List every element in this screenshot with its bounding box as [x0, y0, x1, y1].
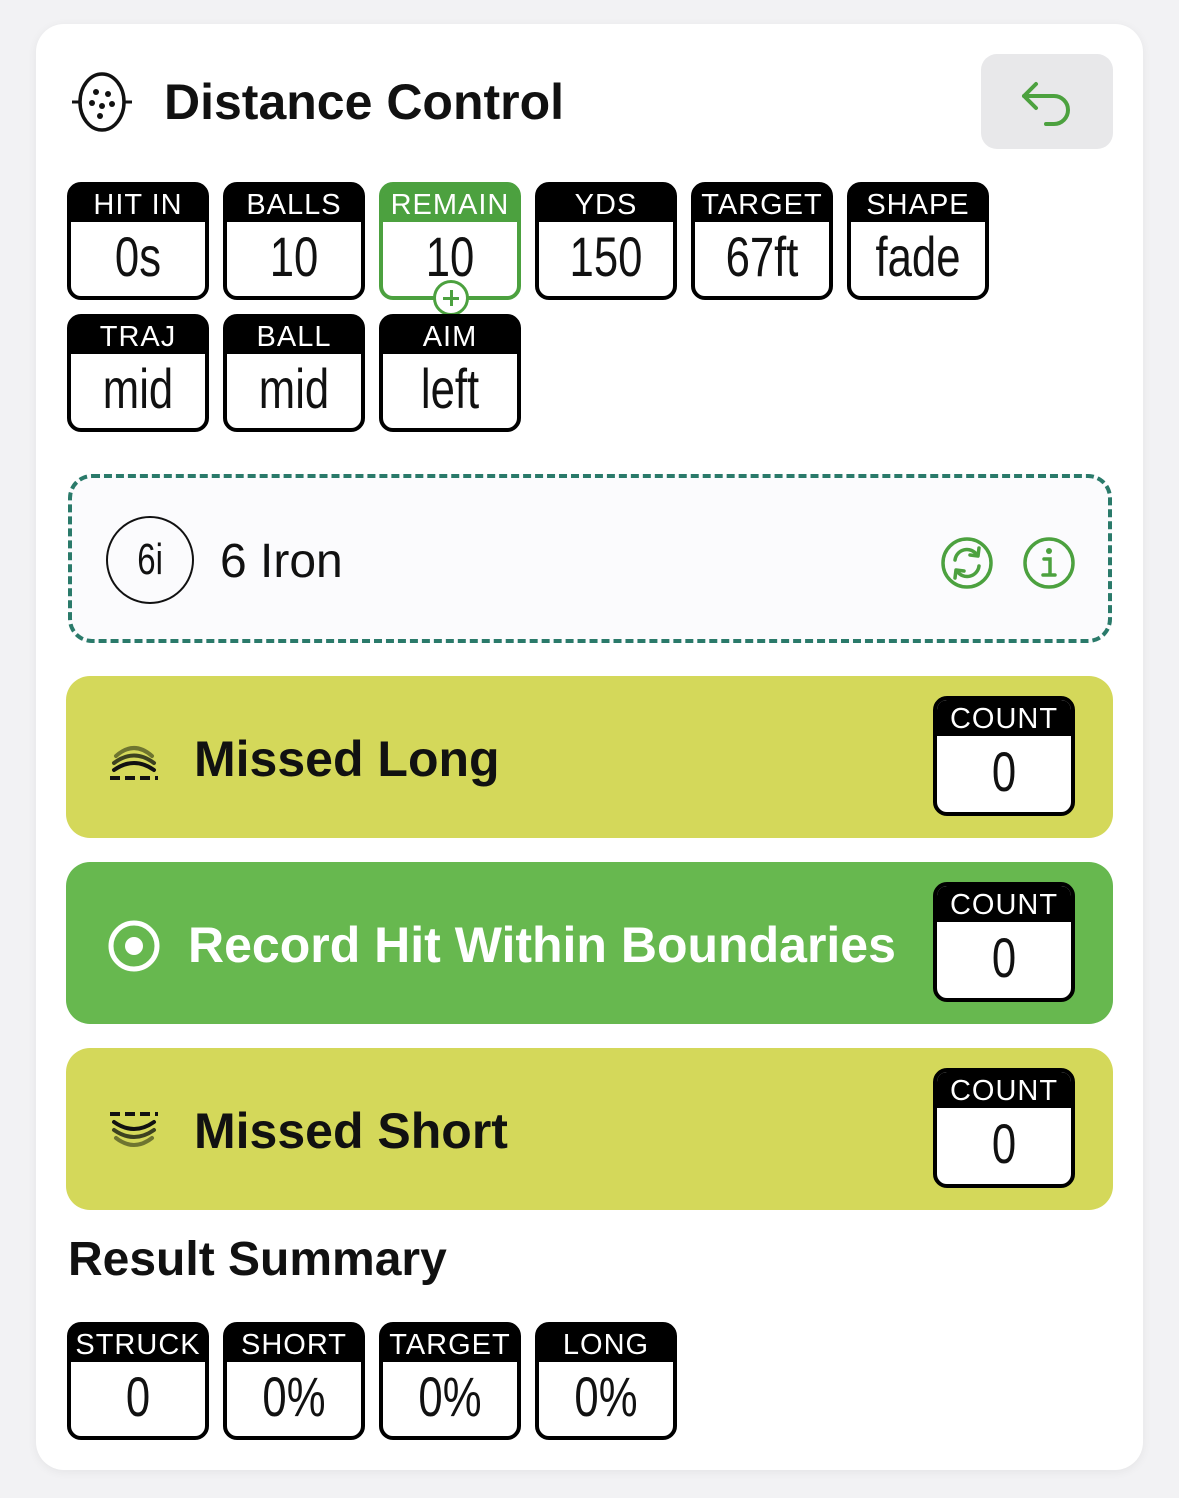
missed-long-count: COUNT 0: [933, 696, 1075, 816]
swap-club-icon[interactable]: [940, 536, 994, 590]
count-label: COUNT: [937, 700, 1071, 736]
stat-value: mid: [102, 357, 174, 420]
stat-value: 150: [569, 225, 643, 288]
record-hit-count: COUNT 0: [933, 882, 1075, 1002]
target-ball-icon: [72, 72, 132, 132]
stat-ball: BALL mid: [223, 314, 365, 432]
stat-label: HIT IN: [71, 186, 205, 222]
summary-value: 0%: [262, 1365, 326, 1428]
target-circle-icon: [108, 920, 160, 972]
info-icon[interactable]: [1022, 536, 1076, 590]
summary-long: LONG 0%: [535, 1322, 677, 1440]
summary-label: TARGET: [383, 1326, 517, 1362]
missed-long-label: Missed Long: [194, 731, 500, 787]
stat-label: TARGET: [695, 186, 829, 222]
count-label: COUNT: [937, 886, 1071, 922]
count-value: 0: [991, 926, 1017, 989]
count-value: 0: [991, 740, 1017, 803]
stat-value: 10: [269, 225, 319, 288]
missed-short-label: Missed Short: [194, 1103, 508, 1159]
stat-target: TARGET 67ft: [691, 182, 833, 300]
stat-value: 0s: [114, 225, 162, 288]
undo-arrow-icon: [1022, 81, 1070, 126]
stat-value: left: [420, 357, 480, 420]
club-selector[interactable]: 6i 6 Iron: [68, 474, 1112, 643]
stat-value: fade: [875, 225, 961, 288]
stat-label: TRAJ: [71, 318, 205, 354]
summary-label: SHORT: [227, 1326, 361, 1362]
stat-label: BALLS: [227, 186, 361, 222]
stat-hit-in: HIT IN 0s: [67, 182, 209, 300]
missed-long-icon: [110, 746, 158, 780]
stat-yds: YDS 150: [535, 182, 677, 300]
summary-struck: STRUCK 0: [67, 1322, 209, 1440]
missed-long-button[interactable]: Missed Long COUNT 0: [66, 676, 1113, 838]
missed-short-count: COUNT 0: [933, 1068, 1075, 1188]
result-summary-title: Result Summary: [68, 1233, 447, 1286]
record-hit-button[interactable]: Record Hit Within Boundaries COUNT 0: [66, 862, 1113, 1024]
missed-short-icon: [110, 1112, 158, 1147]
stat-value: 67ft: [725, 225, 799, 288]
stat-aim: AIM left: [379, 314, 521, 432]
count-value: 0: [991, 1112, 1017, 1175]
count-label: COUNT: [937, 1072, 1071, 1108]
page-title: Distance Control: [164, 74, 565, 130]
club-badge: 6i: [106, 516, 194, 604]
summary-value: 0%: [418, 1365, 482, 1428]
stat-label: YDS: [539, 186, 673, 222]
stat-value: mid: [258, 357, 330, 420]
club-name: 6 Iron: [220, 535, 343, 588]
summary-label: STRUCK: [71, 1326, 205, 1362]
record-hit-label: Record Hit Within Boundaries: [188, 917, 896, 973]
summary-short: SHORT 0%: [223, 1322, 365, 1440]
add-ball-icon[interactable]: [433, 280, 469, 316]
summary-label: LONG: [539, 1326, 673, 1362]
stat-label: AIM: [383, 318, 517, 354]
summary-value: 0: [125, 1365, 151, 1428]
summary-target: TARGET 0%: [379, 1322, 521, 1440]
stat-shape: SHAPE fade: [847, 182, 989, 300]
undo-button[interactable]: [981, 54, 1113, 149]
stat-label: BALL: [227, 318, 361, 354]
stat-remain[interactable]: REMAIN 10: [379, 182, 521, 316]
stat-balls: BALLS 10: [223, 182, 365, 300]
stat-label: SHAPE: [851, 186, 985, 222]
stat-label: REMAIN: [383, 186, 517, 222]
missed-short-button[interactable]: Missed Short COUNT 0: [66, 1048, 1113, 1210]
summary-value: 0%: [574, 1365, 638, 1428]
stat-traj: TRAJ mid: [67, 314, 209, 432]
